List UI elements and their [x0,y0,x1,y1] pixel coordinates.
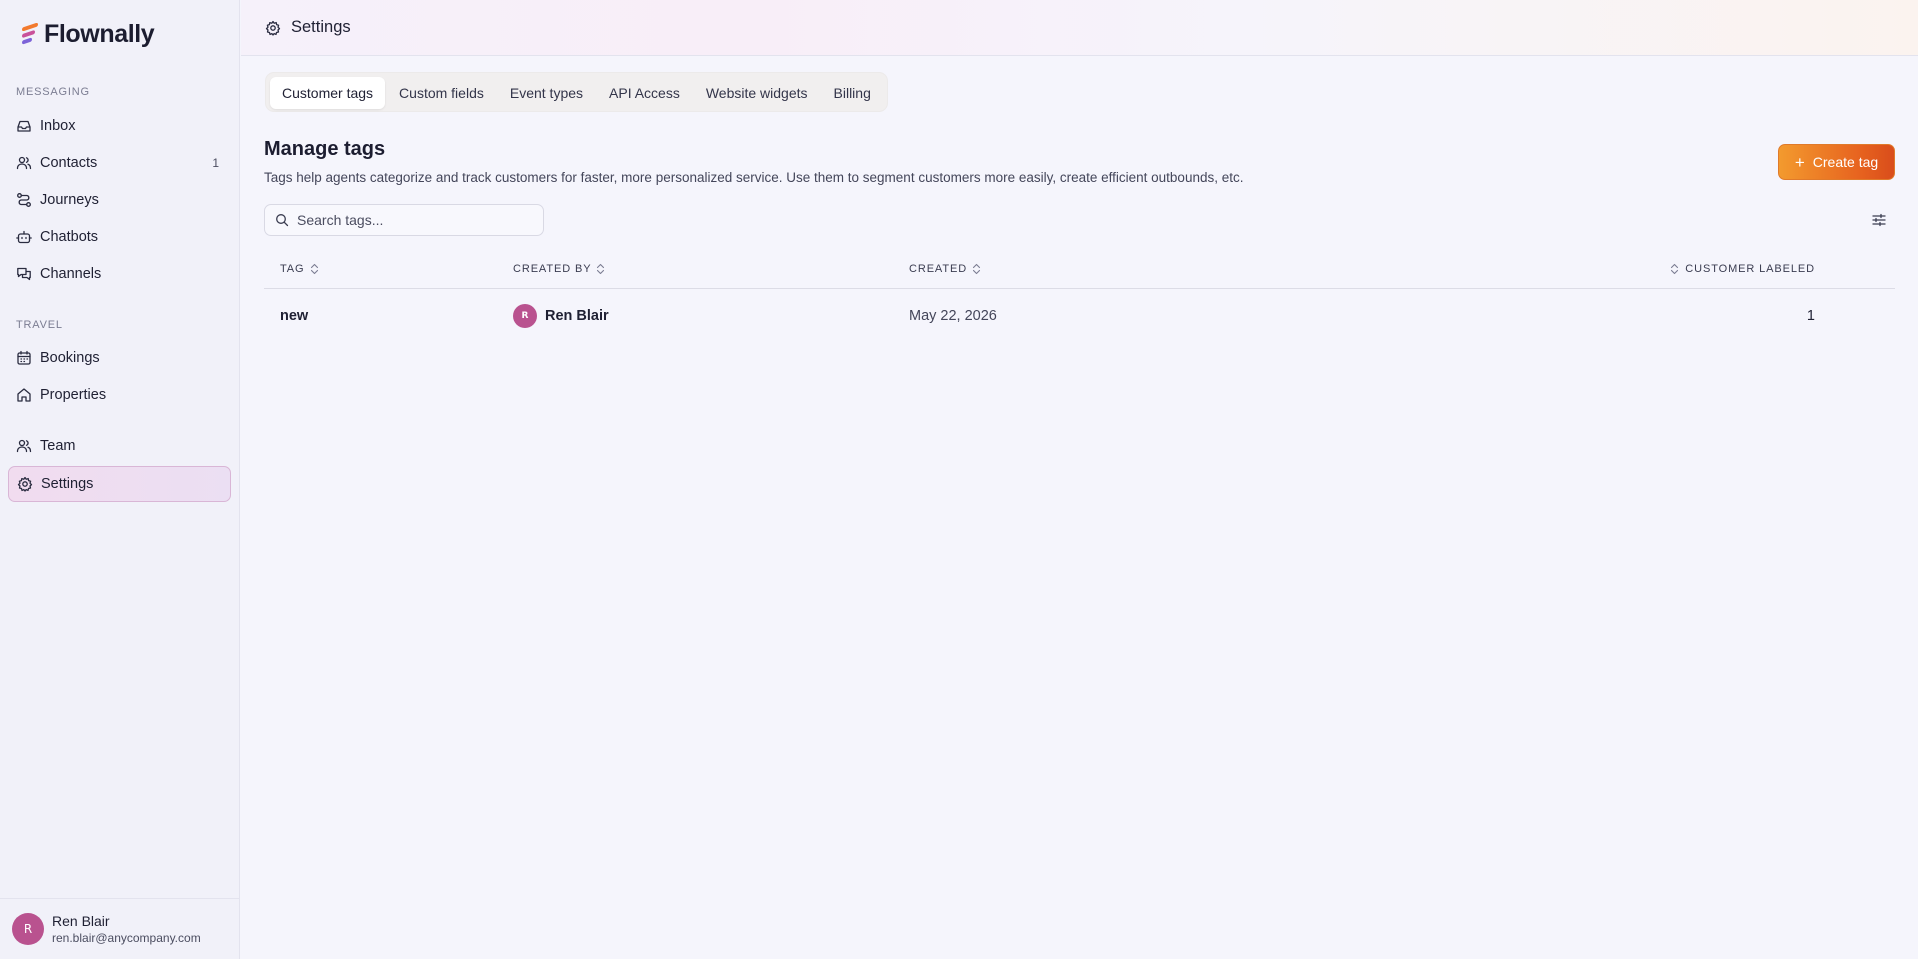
chat-icon [16,266,32,282]
gear-icon [265,20,281,36]
user-info: Ren Blair ren.blair@anycompany.com [52,913,201,945]
sidebar-item-contacts[interactable]: Contacts 1 [8,145,231,181]
column-header-created-by[interactable]: CREATED BY [513,250,605,288]
gear-icon [17,476,33,492]
sidebar-item-label: Chatbots [40,229,99,245]
home-icon [16,387,32,403]
section-label-travel: TRAVEL [16,319,63,331]
header: Settings [241,0,1918,56]
sidebar-item-label: Inbox [40,118,76,134]
sidebar-item-settings[interactable]: Settings [8,466,231,502]
app-logo[interactable]: Flownally [20,20,155,49]
tag-name: new [280,308,309,324]
search-icon [275,213,289,227]
sidebar-item-label: Contacts [40,155,98,171]
tab-customer-tags[interactable]: Customer tags [270,77,386,109]
sidebar-item-journeys[interactable]: Journeys [8,182,231,218]
sidebar-item-channels[interactable]: Channels [8,256,231,292]
page-title: Manage tags [264,138,386,160]
section-label-messaging: MESSAGING [16,86,90,98]
page-header-title: Settings [291,18,351,36]
users-icon [16,155,32,171]
calendar-icon [16,350,32,366]
page-description: Tags help agents categorize and track cu… [264,170,1244,185]
column-header-tag[interactable]: TAG [280,250,319,288]
sidebar-item-bookings[interactable]: Bookings [8,340,231,376]
logo-mark-icon [20,21,40,49]
sidebar-item-label: Journeys [40,192,99,208]
sort-icon [596,263,605,275]
column-header-created[interactable]: CREATED [909,250,981,288]
sidebar-item-label: Channels [40,266,102,282]
sidebar-item-properties[interactable]: Properties [8,377,231,413]
app-name: Flownally [44,20,155,48]
route-icon [16,192,32,208]
user-profile[interactable]: R Ren Blair ren.blair@anycompany.com [0,898,240,959]
tab-billing[interactable]: Billing [822,77,883,109]
tab-custom-fields[interactable]: Custom fields [387,77,496,109]
sidebar-item-team[interactable]: Team [8,428,231,464]
sidebar-item-label: Properties [40,387,107,403]
settings-tabs: Customer tags Custom fields Event types … [265,72,888,112]
contacts-count-badge: 1 [212,156,219,170]
avatar: R [513,304,537,328]
sidebar-item-label: Bookings [40,350,100,366]
user-name: Ren Blair [52,913,110,929]
plus-icon: + [1794,152,1805,172]
avatar: R [12,913,44,945]
tab-website-widgets[interactable]: Website widgets [694,77,820,109]
created-date: May 22, 2026 [909,308,997,324]
created-by-name: Ren Blair [545,308,609,324]
sidebar-item-label: Team [40,438,76,454]
search-box[interactable] [264,204,544,236]
search-input[interactable] [297,212,527,228]
create-tag-label: Create tag [1812,154,1879,170]
sidebar-item-label: Settings [41,476,94,492]
table-row[interactable]: new R Ren Blair May 22, 2026 1 [264,296,1895,336]
create-tag-button[interactable]: + Create tag [1778,144,1895,180]
sliders-icon[interactable] [1870,211,1888,229]
column-header-customer-labeled[interactable]: CUSTOMER LABELED [1670,250,1815,288]
tab-api-access[interactable]: API Access [597,77,692,109]
inbox-icon [16,118,32,134]
sidebar-item-inbox[interactable]: Inbox [8,108,231,144]
customer-labeled-count: 1 [1806,308,1815,324]
table-header: TAG CREATED BY CREATED CUSTOMER LABELED [264,250,1895,289]
sort-icon [1670,263,1679,275]
sort-icon [972,263,981,275]
tab-event-types[interactable]: Event types [498,77,595,109]
user-email: ren.blair@anycompany.com [52,931,201,945]
sort-icon [310,263,319,275]
bot-icon [16,229,32,245]
team-icon [16,438,32,454]
sidebar-item-chatbots[interactable]: Chatbots [8,219,231,255]
sidebar: Flownally MESSAGING Inbox Contacts 1 Jou… [0,0,240,959]
created-by-cell: R Ren Blair [513,296,609,336]
